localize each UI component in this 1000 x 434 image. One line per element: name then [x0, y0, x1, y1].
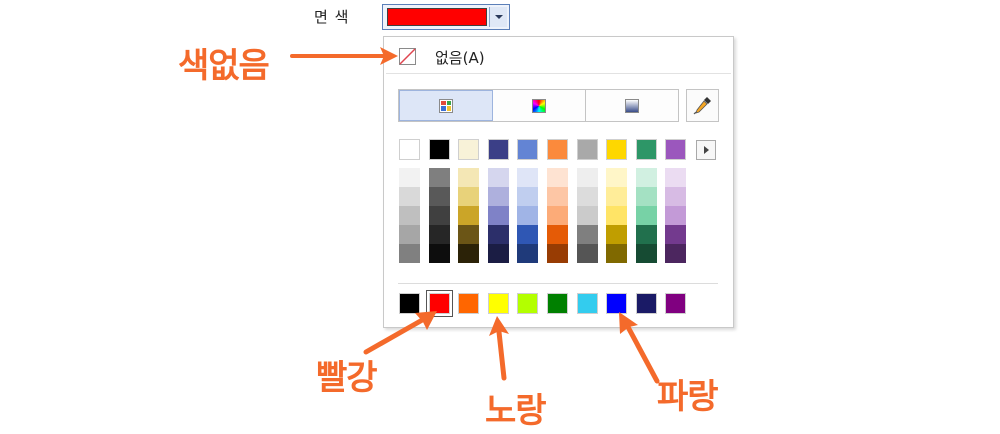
arrow-yellow: [496, 329, 507, 381]
arrow-blue: [625, 324, 660, 384]
annotation-arrows: [290, 47, 660, 384]
arrow-red: [363, 316, 427, 355]
